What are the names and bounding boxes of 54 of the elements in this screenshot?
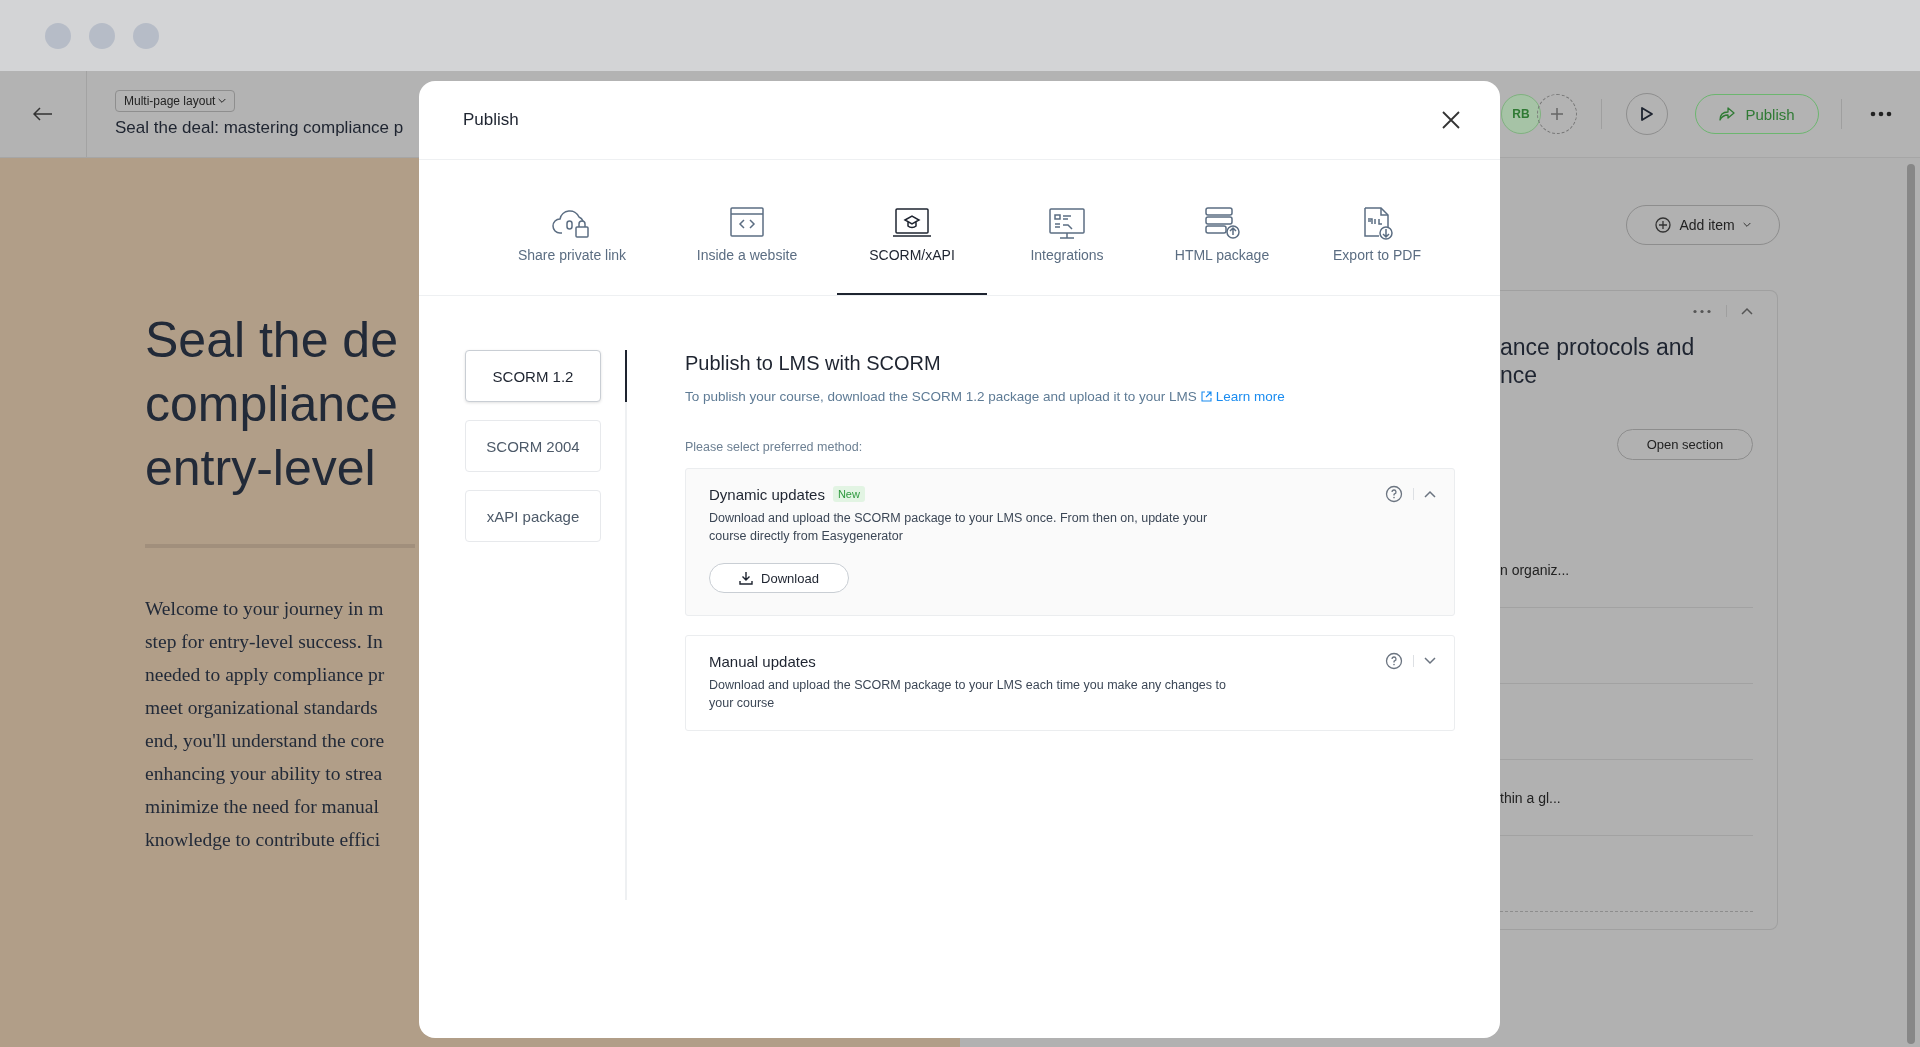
intro-text: needed to apply compliance pr — [145, 663, 386, 687]
item-title: n organiz... — [1500, 561, 1570, 578]
course-heading: compliance — [145, 375, 399, 434]
course-title: Seal the deal: mastering compliance p — [115, 118, 404, 138]
section-title: ance protocols and — [1500, 333, 1696, 361]
publish-tab[interactable]: Export to PDF — [1297, 175, 1457, 295]
format-option[interactable]: xAPI package — [465, 490, 601, 542]
more-icon — [1870, 111, 1892, 117]
description: To publish your course, download the SCORM 1.2 package and upload it to your LMS — [685, 389, 1197, 404]
scrollbar[interactable] — [1907, 164, 1915, 1044]
intro-text: meet organizational standards — [145, 696, 379, 720]
layout-dropdown[interactable]: Multi-page layout — [115, 90, 236, 112]
collapse-icon[interactable] — [1424, 490, 1436, 498]
plus-circle-icon — [1655, 217, 1672, 233]
chevron-down-icon[interactable] — [218, 98, 227, 104]
more-icon[interactable] — [1692, 308, 1712, 314]
plus-icon — [1550, 107, 1564, 121]
publish-tab[interactable]: Inside a website — [657, 175, 837, 295]
content-title: Publish to LMS with SCORM — [685, 352, 942, 375]
play-icon — [1640, 106, 1654, 122]
download-icon — [739, 571, 754, 585]
publish-tab[interactable]: Share private link — [487, 175, 657, 295]
method-title: Manual updates — [709, 652, 816, 670]
course-heading: Seal the de — [145, 311, 399, 370]
new-badge: New — [832, 486, 865, 502]
external-link-icon — [1200, 391, 1212, 402]
back-arrow-icon[interactable] — [33, 107, 53, 121]
collapse-icon[interactable] — [1741, 307, 1753, 315]
format-option[interactable]: SCORM 2004 — [465, 420, 601, 472]
download-button[interactable]: Download — [709, 563, 849, 593]
intro-text: minimize the need for manual — [145, 795, 380, 819]
expand-icon[interactable] — [1424, 657, 1436, 665]
format-option[interactable]: SCORM 1.2 — [465, 350, 601, 402]
method-description: Download and upload the SCORM package to your LMS each time you make any changes to your course — [709, 677, 1227, 712]
publish-tab[interactable]: SCORM/xAPI — [837, 175, 987, 295]
chevron-down-icon[interactable] — [1742, 222, 1751, 228]
intro-text: enhancing your ability to strea — [145, 762, 384, 786]
intro-text: end, you'll understand the core — [145, 729, 386, 753]
section-title: nce — [1500, 361, 1539, 389]
method-prompt: Please select preferred method: — [685, 440, 864, 454]
method-title: Dynamic updates — [709, 485, 825, 503]
learn-more-link[interactable]: Learn more — [1215, 389, 1285, 404]
publish-tab[interactable]: Integrations — [987, 175, 1147, 295]
help-icon[interactable] — [1385, 485, 1403, 503]
method-description: Download and upload the SCORM package to your LMS once. From then on, update your course directly from Easygenerator — [709, 510, 1209, 545]
intro-text: knowledge to contribute effici — [145, 828, 382, 852]
intro-text: step for entry-level success. In — [145, 630, 384, 654]
publish-tab[interactable]: HTML package — [1147, 175, 1297, 295]
share-arrow-icon — [1719, 107, 1736, 121]
dialog-title: Publish — [463, 110, 519, 130]
intro-text: Welcome to your journey in m — [145, 597, 385, 621]
help-icon[interactable] — [1385, 652, 1403, 670]
item-title: thin a gl... — [1500, 789, 1561, 806]
course-heading: entry-level — [145, 439, 377, 498]
